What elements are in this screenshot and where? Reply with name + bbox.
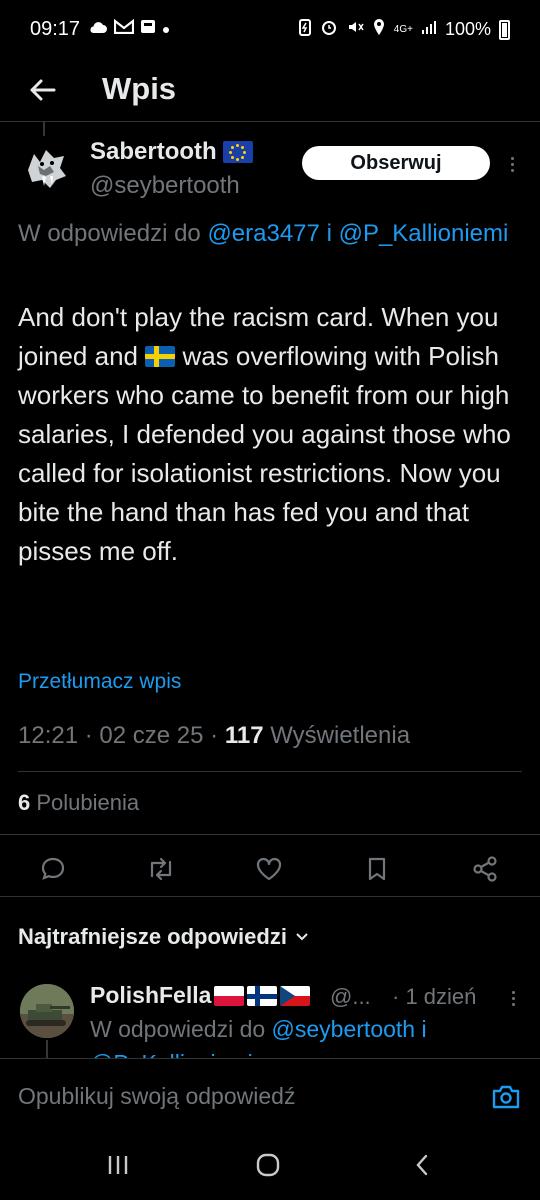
back-nav-button[interactable] bbox=[402, 1150, 442, 1180]
recent-apps-icon bbox=[108, 1156, 128, 1174]
eu-flag-icon bbox=[222, 141, 253, 163]
mention-joiner: i bbox=[326, 220, 332, 247]
czech-flag-icon bbox=[280, 985, 311, 1006]
status-bar: 09:17 4G+ 100% bbox=[0, 0, 540, 60]
reply-input[interactable]: Opublikuj swoją odpowiedź bbox=[18, 1083, 295, 1110]
chevron-left-icon bbox=[416, 1154, 428, 1176]
signal-icon bbox=[421, 19, 437, 40]
bookmark-button[interactable] bbox=[362, 854, 392, 884]
likes-summary[interactable]: 6 Polubienia bbox=[18, 790, 139, 816]
arrow-left-icon bbox=[30, 79, 56, 101]
like-button[interactable] bbox=[254, 854, 284, 884]
mail-tray-icon bbox=[140, 18, 156, 39]
author-name-row[interactable]: Sabertooth bbox=[90, 138, 253, 166]
back-button[interactable] bbox=[22, 70, 62, 110]
more-vertical-icon bbox=[511, 990, 515, 994]
follow-button[interactable]: Obserwuj bbox=[302, 146, 490, 180]
mention-link[interactable]: @era3477 bbox=[207, 220, 319, 247]
finland-flag-icon bbox=[247, 985, 278, 1006]
post-actions bbox=[0, 846, 540, 892]
poland-flag-icon bbox=[214, 985, 245, 1006]
bookmark-icon bbox=[368, 857, 386, 881]
meta-separator: · bbox=[210, 722, 219, 749]
battery-saver-icon bbox=[298, 18, 312, 41]
more-options-button[interactable] bbox=[500, 150, 524, 178]
status-system-icons: 4G+ 100% bbox=[298, 18, 510, 41]
reply-author-handle[interactable]: @... bbox=[330, 984, 371, 1010]
home-icon bbox=[256, 1153, 280, 1177]
cloud-icon bbox=[88, 18, 108, 39]
reply-button[interactable] bbox=[38, 854, 68, 884]
system-navigation-bar bbox=[0, 1130, 540, 1200]
comment-icon bbox=[41, 857, 65, 880]
dot-icon bbox=[162, 18, 170, 39]
alarm-icon bbox=[320, 18, 338, 41]
reply-author-name[interactable]: PolishFella bbox=[90, 982, 211, 1009]
camera-icon bbox=[492, 1085, 520, 1109]
views-count: 117 bbox=[224, 722, 264, 749]
reply-context: W odpowiedzi do @era3477 i @P_Kallioniem… bbox=[18, 216, 518, 252]
battery-icon bbox=[499, 19, 510, 40]
post-text: And don't play the racism card. When you… bbox=[18, 298, 528, 571]
mention-joiner: i bbox=[421, 1016, 427, 1042]
divider bbox=[0, 834, 540, 835]
camera-button[interactable] bbox=[490, 1083, 522, 1111]
sweden-flag-icon bbox=[145, 346, 176, 367]
mention-link[interactable]: @P_Kallioniemi bbox=[90, 1050, 253, 1058]
mention-link[interactable]: @seybertooth bbox=[272, 1016, 416, 1042]
replies-sort-label: Najtrafniejsze odpowiedzi bbox=[18, 924, 287, 949]
reply-prefix: W odpowiedzi do bbox=[90, 1016, 266, 1042]
author-handle[interactable]: @seybertooth bbox=[90, 172, 240, 200]
share-icon bbox=[473, 856, 497, 882]
reply-author-avatar[interactable] bbox=[20, 984, 74, 1038]
repost-button[interactable] bbox=[146, 854, 176, 884]
mention-link[interactable]: @P_Kallioniemi bbox=[339, 220, 509, 247]
home-button[interactable] bbox=[248, 1150, 288, 1180]
reply-prefix: W odpowiedzi do bbox=[18, 220, 201, 247]
reply-more-options-button[interactable] bbox=[506, 986, 520, 1010]
divider bbox=[18, 771, 522, 772]
heart-icon bbox=[256, 857, 282, 881]
recent-apps-button[interactable] bbox=[98, 1150, 138, 1180]
location-icon bbox=[372, 18, 386, 41]
divider bbox=[0, 896, 540, 897]
status-notification-icons bbox=[88, 18, 170, 39]
likes-label: Polubienia bbox=[36, 790, 140, 815]
top-app-bar: Wpis bbox=[0, 60, 540, 122]
network-type: 4G+ bbox=[393, 24, 413, 35]
reply-composer: Opublikuj swoją odpowiedź bbox=[0, 1058, 540, 1130]
post-time: 12:21 bbox=[18, 722, 79, 749]
thread-connector-line bbox=[46, 1040, 48, 1060]
post-meta: 12:21 · 02 cze 25 · 117 Wyświetlenia bbox=[18, 722, 410, 750]
translate-post-link[interactable]: Przetłumacz wpis bbox=[18, 670, 181, 694]
post-text-part: was overflowing with Polish workers who … bbox=[18, 341, 511, 566]
more-vertical-icon bbox=[510, 156, 514, 160]
views-label: Wyświetlenia bbox=[270, 722, 411, 749]
post-date: 02 cze 25 bbox=[99, 722, 204, 749]
reply-context: W odpowiedzi do @seybertooth i @P_Kallio… bbox=[90, 1012, 520, 1058]
author-name[interactable]: Sabertooth bbox=[90, 138, 217, 166]
meta-separator: · bbox=[84, 722, 93, 749]
likes-count: 6 bbox=[18, 790, 31, 815]
status-time: 09:17 bbox=[30, 18, 81, 40]
page-title: Wpis bbox=[102, 71, 177, 106]
share-button[interactable] bbox=[470, 854, 500, 884]
reply-time: · 1 dzień bbox=[392, 984, 477, 1009]
mute-icon bbox=[346, 18, 364, 41]
sabertooth-avatar-icon bbox=[28, 150, 66, 188]
replies-sort-dropdown[interactable]: Najtrafniejsze odpowiedzi bbox=[18, 924, 309, 950]
chevron-down-icon bbox=[296, 933, 308, 941]
reply-author-name-row[interactable]: PolishFella bbox=[90, 982, 311, 1009]
gmail-icon bbox=[113, 18, 135, 39]
author-avatar[interactable] bbox=[20, 140, 74, 194]
battery-level: 100% bbox=[444, 19, 491, 39]
tank-avatar-icon bbox=[20, 984, 74, 1038]
thread-connector-line bbox=[43, 122, 45, 136]
repost-icon bbox=[150, 857, 172, 881]
